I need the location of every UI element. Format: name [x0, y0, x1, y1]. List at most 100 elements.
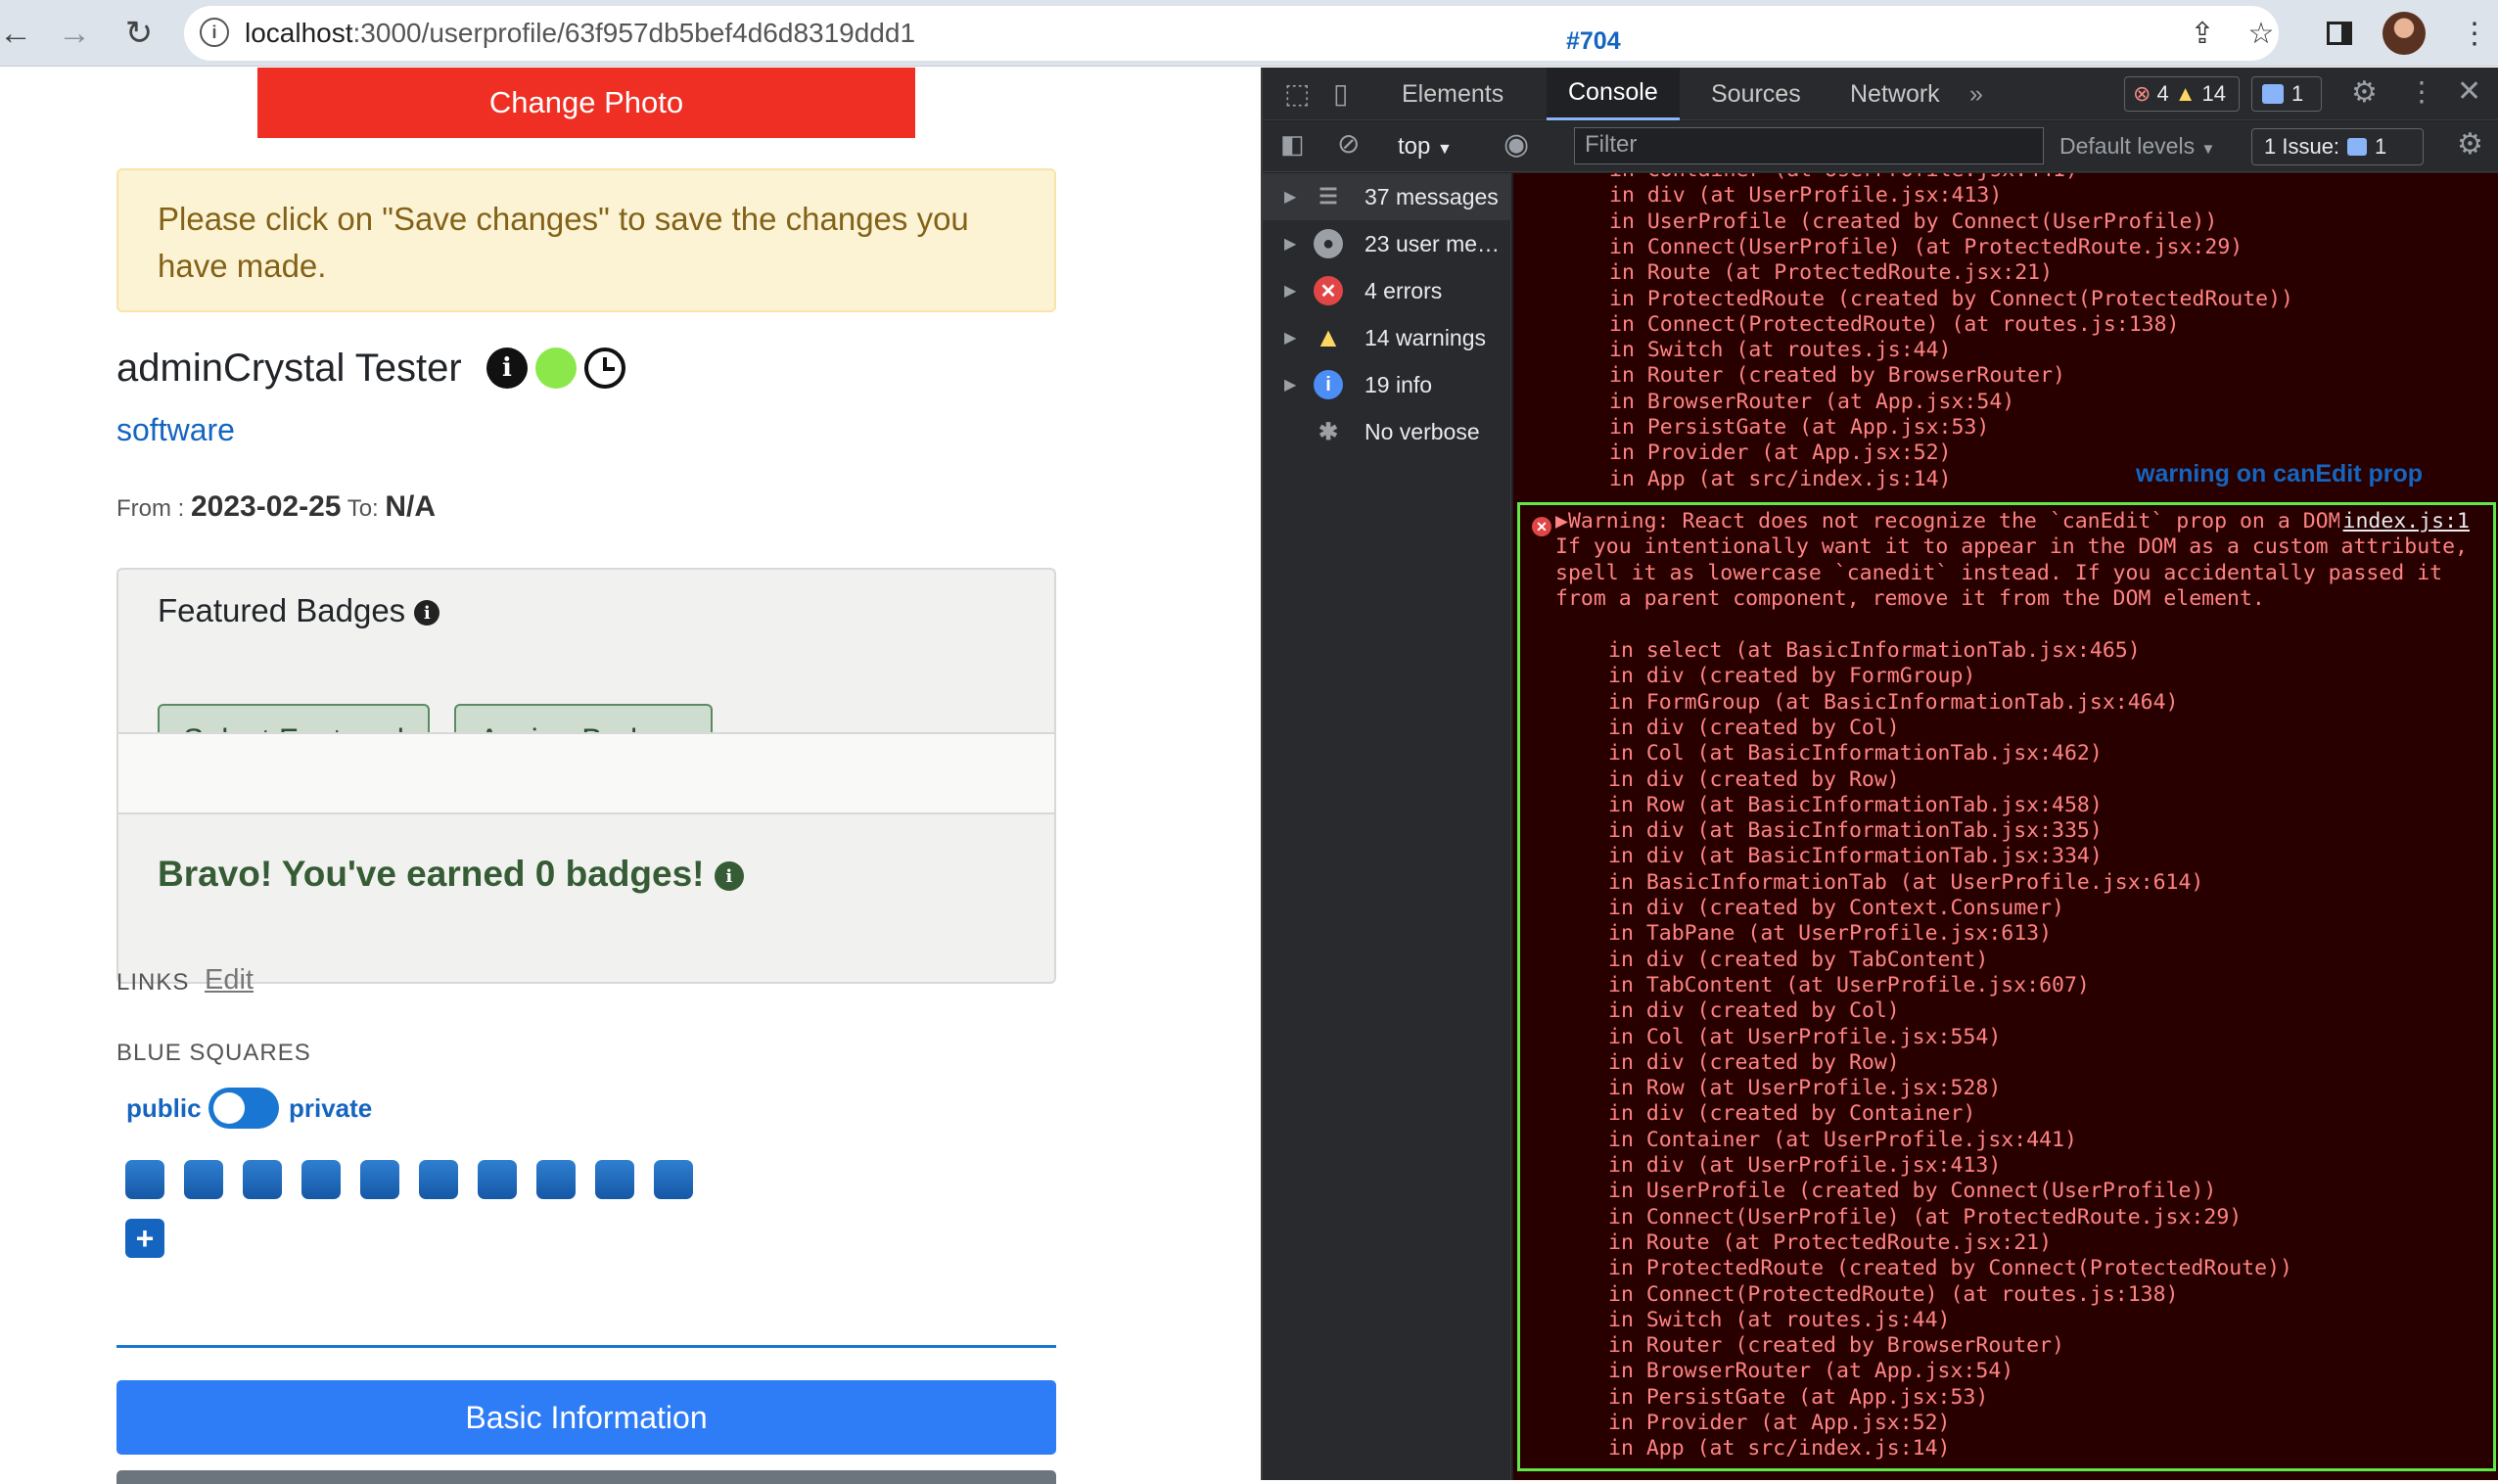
blue-square[interactable] [360, 1160, 399, 1199]
eye-icon[interactable]: ◉ [1503, 127, 1529, 162]
profile-avatar[interactable] [2382, 12, 2426, 55]
chevron-down-icon: ▼ [1437, 141, 1453, 158]
side-panel-icon[interactable] [2320, 14, 2359, 53]
info-icon: i [1314, 370, 1343, 399]
blue-square[interactable] [243, 1160, 282, 1199]
reload-icon[interactable]: ↻ [116, 10, 162, 57]
url-text[interactable]: localhost:3000/userprofile/63f957db5bef4… [245, 18, 915, 49]
basic-information-tab[interactable]: Basic Information [116, 1380, 1056, 1455]
bookmark-star-icon[interactable]: ☆ [2242, 14, 2281, 53]
tab-sources[interactable]: Sources [1689, 68, 1823, 120]
featured-badges-label: Featured Badges [158, 592, 406, 628]
console-settings-gear-icon[interactable]: ⚙ [2457, 127, 2483, 162]
privacy-toggle[interactable] [208, 1088, 279, 1129]
change-photo-button[interactable]: Change Photo [257, 68, 915, 138]
toggle-knob [213, 1092, 245, 1124]
stack-line: in div (created by Col) [1608, 998, 1900, 1024]
expand-arrow-icon: ▶ [1284, 236, 1297, 253]
public-label: public [126, 1093, 202, 1123]
device-toolbar-icon[interactable]: ▯ [1333, 77, 1348, 110]
stack-line: in Provider (at App.jsx:52) [1608, 1411, 1951, 1435]
blue-square[interactable] [536, 1160, 576, 1199]
console-filter-input[interactable]: Filter [1574, 127, 2044, 164]
tab-network[interactable]: Network [1828, 68, 1962, 120]
expand-arrow-icon: ▶ [1284, 283, 1297, 300]
levels-label: Default levels [2059, 133, 2196, 159]
source-link[interactable]: index.js:1 [2338, 509, 2470, 535]
stack-line: in div (created by Container) [1608, 1101, 1976, 1127]
blue-square[interactable] [184, 1160, 223, 1199]
more-tabs-icon[interactable]: » [1948, 68, 2005, 120]
sidebar-item-user-messages[interactable]: ▶ ● 23 user me… [1263, 220, 1511, 267]
warnings-count: 14 [2201, 81, 2226, 106]
inspect-element-icon[interactable]: ⬚ [1284, 77, 1310, 110]
tab-console[interactable]: Console [1547, 68, 1680, 120]
clear-console-icon[interactable]: ⊘ [1337, 127, 1360, 160]
issues-counter[interactable]: 1 [2251, 76, 2322, 112]
back-arrow-icon[interactable]: ← [0, 10, 39, 57]
sidebar-item-messages[interactable]: ▶ ☰ 37 messages [1263, 173, 1511, 220]
save-changes-alert: Please click on "Save changes" to save t… [116, 168, 1056, 312]
section-divider [116, 1345, 1056, 1348]
blue-square[interactable] [125, 1160, 164, 1199]
error-icon: ⊗ [2133, 81, 2151, 106]
blue-square[interactable] [478, 1160, 517, 1199]
tab-elements[interactable]: Elements [1380, 68, 1525, 120]
stack-line: in PersistGate (at App.jsx:53) [1608, 1384, 1989, 1410]
stack-line: in Col (at UserProfile.jsx:554) [1608, 1024, 2002, 1049]
blue-square[interactable] [654, 1160, 693, 1199]
info-icon[interactable]: i [414, 600, 440, 626]
close-devtools-icon[interactable]: ✕ [2457, 74, 2481, 109]
issues-button[interactable]: 1 Issue: 1 [2251, 128, 2424, 165]
sidebar-item-warnings[interactable]: ▶ ▲ 14 warnings [1263, 314, 1511, 361]
links-edit-link[interactable]: Edit [205, 964, 254, 997]
context-selector[interactable]: top ▼ [1398, 133, 1453, 161]
stack-line: in div (at BasicInformationTab.jsx:335) [1608, 818, 2103, 844]
user-name: adminCrystal Tester [116, 347, 462, 390]
status-dot-icon [535, 348, 577, 389]
stack-line: in TabPane (at UserProfile.jsx:613) [1608, 921, 2053, 947]
chevron-down-icon: ▼ [2200, 141, 2216, 158]
stack-line: in ProtectedRoute (created by Connect(Pr… [1608, 1256, 2292, 1281]
next-tab-button[interactable] [116, 1470, 1056, 1484]
address-bar[interactable]: i localhost:3000/userprofile/63f957db5be… [184, 6, 2279, 61]
stack-line: in div (at UserProfile.jsx:413) [1609, 183, 2003, 209]
stack-line: in UserProfile (created by Connect(UserP… [1609, 209, 2218, 234]
log-levels-dropdown[interactable]: Default levels ▼ [2059, 133, 2215, 160]
sidebar-item-verbose[interactable]: ✱ No verbose [1263, 408, 1511, 455]
info-icon[interactable]: i [714, 861, 744, 892]
clock-icon[interactable] [584, 348, 625, 389]
devtools-menu-icon[interactable]: ⋮ [2408, 75, 2435, 108]
stack-line: in Switch (at routes.js:44) [1609, 338, 1952, 363]
user-icon: ● [1314, 229, 1343, 258]
blue-square[interactable] [419, 1160, 458, 1199]
share-icon[interactable]: ⇪ [2183, 14, 2222, 53]
sidebar-item-errors[interactable]: ▶ ✕ 4 errors [1263, 267, 1511, 314]
sidebar-toggle-icon[interactable]: ◧ [1280, 129, 1305, 160]
annotation-note: warning on canEdit prop [2136, 460, 2424, 487]
stack-line: in Connect(UserProfile) (at ProtectedRou… [1609, 234, 2244, 259]
blue-square[interactable] [301, 1160, 341, 1199]
site-info-icon[interactable]: i [200, 18, 229, 47]
sidebar-item-info[interactable]: ▶ i 19 info [1263, 361, 1511, 408]
issues-count: 1 [2291, 81, 2304, 106]
browser-toolbar: ← → ↻ i localhost:3000/userprofile/63f95… [0, 0, 2498, 67]
error-warning-counter[interactable]: ⊗ 4 ▲ 14 [2124, 76, 2240, 112]
stack-line: in Route (at ProtectedRoute.jsx:21) [1608, 1229, 2053, 1255]
settings-gear-icon[interactable]: ⚙ [2351, 75, 2378, 110]
stack-line: in div (created by Col) [1608, 715, 1900, 740]
forward-arrow-icon[interactable]: → [51, 10, 98, 57]
team-link[interactable]: software [116, 412, 235, 448]
stack-line: in Row (at UserProfile.jsx:528) [1608, 1076, 2002, 1101]
sidebar-label: No verbose [1365, 418, 1480, 444]
blue-square[interactable] [595, 1160, 634, 1199]
date-range: From : 2023-02-25 To: N/A [116, 490, 436, 524]
info-icon[interactable]: i [486, 348, 528, 389]
add-blue-square-button[interactable]: + [125, 1219, 164, 1258]
stack-line: in div (created by Context.Consumer) [1608, 896, 2064, 920]
url-host: localhost [245, 18, 353, 48]
browser-menu-icon[interactable]: ⋮ [2455, 14, 2494, 53]
warning-stack-trace: in select (at BasicInformationTab.jsx:46… [1555, 638, 2292, 1480]
stack-line: in select (at BasicInformationTab.jsx:46… [1608, 638, 2141, 663]
bravo-message: Bravo! You've earned 0 badges! i [158, 854, 744, 895]
